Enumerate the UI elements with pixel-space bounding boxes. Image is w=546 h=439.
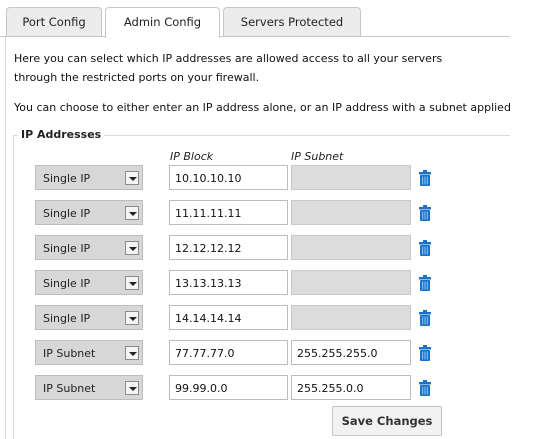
ip-addresses-legend: IP Addresses — [18, 128, 105, 141]
intro-text-line-1: Here you can select which IP addresses a… — [14, 52, 443, 65]
ip-subnet-input — [291, 165, 411, 190]
ip-subnet-input — [291, 270, 411, 295]
trash-icon[interactable] — [419, 275, 431, 291]
ip-subnet-input[interactable]: 255.255.0.0 — [291, 375, 411, 400]
ip-block-input[interactable]: 10.10.10.10 — [169, 165, 288, 190]
ip-type-select[interactable]: Single IP — [35, 235, 143, 260]
ip-type-select[interactable]: Single IP — [35, 200, 143, 225]
dropdown-arrow-icon[interactable] — [125, 381, 139, 395]
intro-text-line-3: You can choose to either enter an IP add… — [14, 101, 511, 114]
tab-admin-config[interactable]: Admin Config — [105, 7, 220, 38]
save-changes-button[interactable]: Save Changes — [332, 406, 442, 436]
ip-block-input[interactable]: 11.11.11.11 — [169, 200, 288, 225]
ip-type-value: Single IP — [43, 277, 91, 290]
ip-type-value: IP Subnet — [43, 382, 96, 395]
ip-type-select[interactable]: IP Subnet — [35, 375, 143, 400]
dropdown-arrow-icon[interactable] — [125, 311, 139, 325]
trash-icon[interactable] — [419, 380, 431, 396]
intro-text-line-2: through the restricted ports on your fir… — [14, 71, 260, 84]
tab-bar: Port Config Admin Config Servers Protect… — [0, 0, 546, 38]
ip-row: IP Subnet 77.77.77.0 255.255.255.0 — [0, 340, 546, 366]
dropdown-arrow-icon[interactable] — [125, 206, 139, 220]
ip-block-input[interactable]: 13.13.13.13 — [169, 270, 288, 295]
ip-subnet-input — [291, 200, 411, 225]
trash-icon[interactable] — [419, 170, 431, 186]
ip-block-input[interactable]: 14.14.14.14 — [169, 305, 288, 330]
trash-icon[interactable] — [419, 310, 431, 326]
ip-block-input[interactable]: 99.99.0.0 — [169, 375, 288, 400]
ip-block-header: IP Block — [170, 150, 214, 163]
ip-type-select[interactable]: Single IP — [35, 165, 143, 190]
tab-port-config[interactable]: Port Config — [6, 7, 102, 36]
tab-label: Port Config — [22, 15, 86, 29]
ip-subnet-input — [291, 305, 411, 330]
ip-type-value: Single IP — [43, 312, 91, 325]
tab-divider — [0, 36, 510, 37]
tab-servers-protected[interactable]: Servers Protected — [223, 7, 361, 36]
trash-icon[interactable] — [419, 240, 431, 256]
dropdown-arrow-icon[interactable] — [125, 346, 139, 360]
ip-subnet-input[interactable]: 255.255.255.0 — [291, 340, 411, 365]
ip-row: Single IP 13.13.13.13 — [0, 270, 546, 296]
dropdown-arrow-icon[interactable] — [125, 241, 139, 255]
trash-icon[interactable] — [419, 205, 431, 221]
ip-row: Single IP 14.14.14.14 — [0, 305, 546, 331]
ip-block-input[interactable]: 77.77.77.0 — [169, 340, 288, 365]
dropdown-arrow-icon[interactable] — [125, 171, 139, 185]
ip-row: Single IP 12.12.12.12 — [0, 235, 546, 261]
ip-block-input[interactable]: 12.12.12.12 — [169, 235, 288, 260]
ip-type-select[interactable]: Single IP — [35, 270, 143, 295]
dropdown-arrow-icon[interactable] — [125, 276, 139, 290]
trash-icon[interactable] — [419, 345, 431, 361]
ip-type-select[interactable]: IP Subnet — [35, 340, 143, 365]
ip-type-select[interactable]: Single IP — [35, 305, 143, 330]
ip-row: Single IP 10.10.10.10 — [0, 165, 546, 191]
ip-type-value: IP Subnet — [43, 347, 96, 360]
ip-subnet-input — [291, 235, 411, 260]
tab-label: Admin Config — [123, 15, 202, 29]
ip-type-value: Single IP — [43, 172, 91, 185]
ip-type-value: Single IP — [43, 207, 91, 220]
ip-row: Single IP 11.11.11.11 — [0, 200, 546, 226]
ip-row: IP Subnet 99.99.0.0 255.255.0.0 — [0, 375, 546, 401]
tab-label: Servers Protected — [240, 15, 344, 29]
ip-subnet-header: IP Subnet — [291, 150, 344, 163]
ip-type-value: Single IP — [43, 242, 91, 255]
